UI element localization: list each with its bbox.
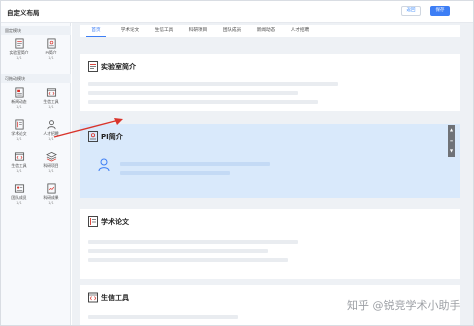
tab-team[interactable]: 团队成员 [218,25,246,37]
module-news[interactable]: 新闻动态 1/1 [6,87,32,113]
tab-papers[interactable]: 学术论文 [116,25,144,37]
id-card-icon [46,38,56,49]
module-count: 1/1 [16,137,22,141]
achievement-icon [46,183,56,194]
page-title: 自定义布局 [7,9,40,17]
module-pi-intro[interactable]: PI简介 1/1 [38,38,64,64]
placeholder-line [88,82,338,86]
module-tools-1[interactable]: 生信工具 1/1 [38,87,64,113]
paper-icon [14,119,24,130]
card-title: 生信工具 [101,294,129,302]
tab-news[interactable]: 新闻动态 [252,25,280,37]
module-projects[interactable]: 科研项目 1/1 [38,151,64,177]
code-window-icon [88,292,98,303]
drag-arrow [53,118,123,138]
section-draggable-modules: 可拖动模块 [1,74,71,83]
code-window-icon [14,152,24,161]
move-down-icon[interactable]: ▼ [448,146,455,157]
person-icon [98,158,110,172]
back-button[interactable]: 返回 [401,6,421,16]
card-title: 学术论文 [101,218,129,226]
layout-editor-window: 自定义布局 返回 保存 固定模块 实验室简介 1/1 PI简介 1/1 可拖动模… [0,0,474,326]
placeholder-line [120,162,270,166]
document-icon [14,38,24,49]
menu-icon[interactable]: ≡ [448,136,455,147]
tab-tools[interactable]: 生信工具 [150,25,178,37]
tab-recruit[interactable]: 人才招聘 [286,25,314,37]
news-icon [14,87,24,98]
team-icon [14,184,24,193]
module-count: 1/1 [48,56,54,60]
move-up-icon[interactable]: ▲ [448,125,455,136]
tab-projects[interactable]: 科研项目 [184,25,212,37]
placeholder-line [88,91,298,95]
module-count: 1/1 [16,105,22,109]
section-fixed-modules: 固定模块 [1,26,71,35]
top-bar: 自定义布局 返回 保存 [1,1,473,23]
module-count: 1/1 [16,56,22,60]
save-button[interactable]: 保存 [430,6,450,16]
module-sidebar: 固定模块 实验室简介 1/1 PI简介 1/1 可拖动模块 新闻动态 1/1 生… [1,23,71,325]
tab-home[interactable]: 首页 [86,25,106,37]
card-side-controls[interactable]: ▲ ≡ ▼ [448,125,455,157]
module-count: 1/1 [48,105,54,109]
module-count: 1/1 [48,169,54,173]
code-window-icon [46,88,56,97]
placeholder-line [88,258,288,262]
card-lab-intro[interactable]: 实验室简介 [80,54,460,111]
placeholder-line [88,240,298,244]
preview-tabs: 首页 学术论文 生信工具 科研项目 团队成员 新闻动态 人才招聘 [80,25,460,37]
module-papers[interactable]: 学术论文 1/1 [6,119,32,145]
placeholder-line [88,249,268,253]
module-lab-intro[interactable]: 实验室简介 1/1 [6,38,32,64]
module-achievements[interactable]: 科研成果 1/1 [38,183,64,209]
paper-icon [88,216,98,227]
layers-icon [45,151,57,162]
placeholder-line [88,315,238,319]
placeholder-line [88,100,318,104]
card-pi-intro[interactable]: PI简介 [80,124,460,198]
watermark: 知乎 @锐竞学术小助手 [347,299,461,312]
module-count: 1/1 [16,169,22,173]
module-count: 1/1 [48,201,54,205]
placeholder-line [120,171,230,175]
card-papers[interactable]: 学术论文 [80,209,460,279]
module-tools-2[interactable]: 生信工具 1/1 [6,151,32,177]
module-count: 1/1 [16,201,22,205]
module-team[interactable]: 团队成员 1/1 [6,183,32,209]
layout-preview: 首页 学术论文 生信工具 科研项目 团队成员 新闻动态 人才招聘 实验室简介 P… [72,23,473,325]
document-icon [88,61,98,72]
card-title: 实验室简介 [101,63,136,71]
